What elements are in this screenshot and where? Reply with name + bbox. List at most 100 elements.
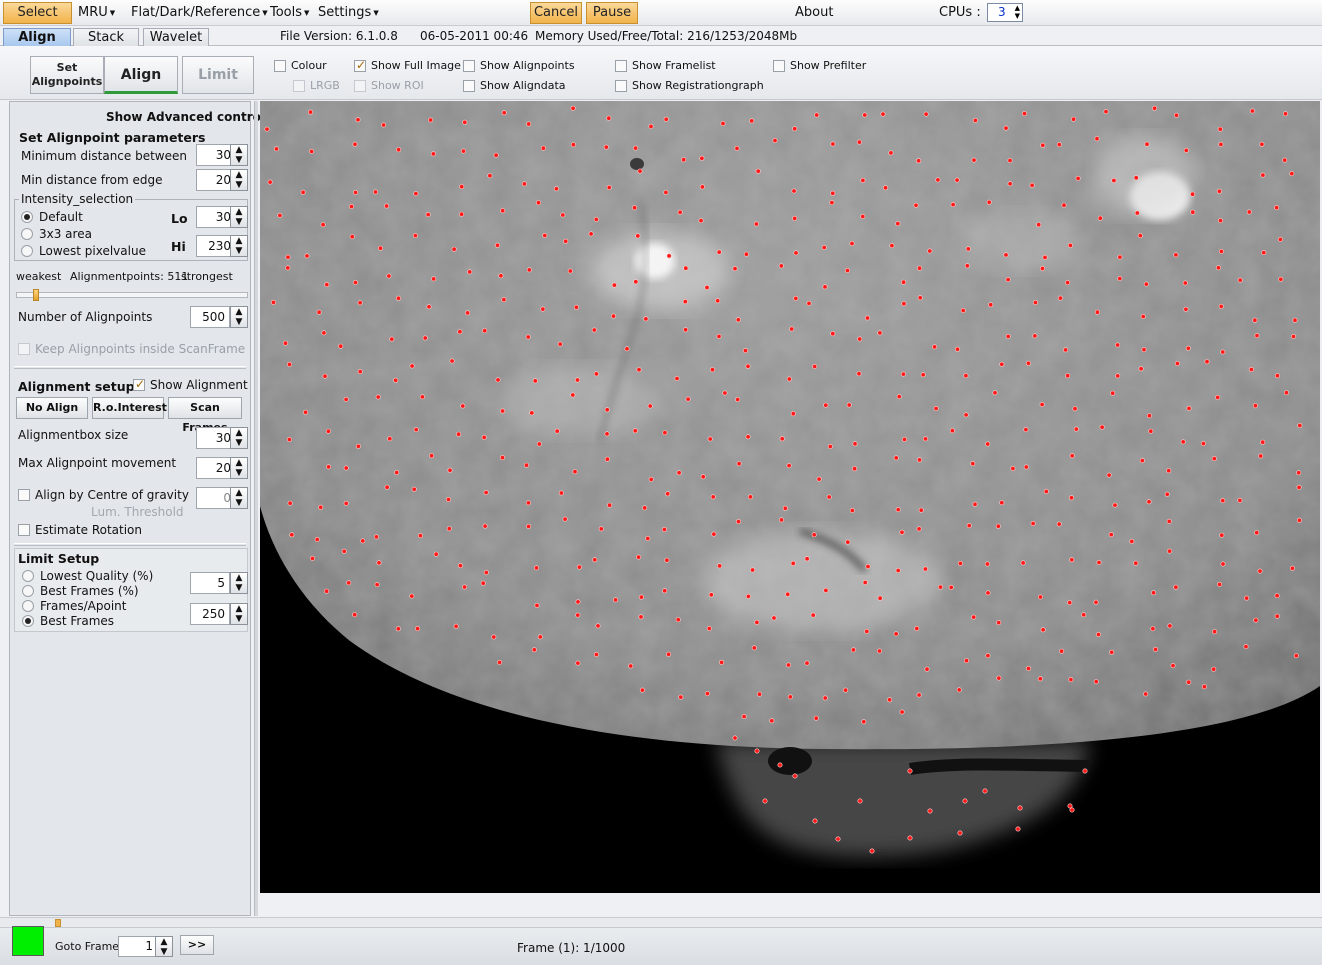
alignpoint-marker [607, 502, 613, 508]
select-button[interactable]: Select [3, 2, 72, 24]
align-button[interactable]: Align [104, 56, 178, 94]
alignpoint-marker [648, 476, 654, 482]
alignpoint-marker [937, 584, 943, 590]
number-of-alignpoints-spin-icon[interactable]: ▲ ▼ [230, 306, 248, 328]
alignpoint-marker [462, 584, 468, 590]
best-frames-spin-icon[interactable]: ▲ ▼ [230, 603, 248, 625]
alignpoint-marker [1201, 684, 1207, 690]
show-alignment-checkbox[interactable]: Show Alignment [133, 377, 248, 392]
show-full-image-checkbox[interactable]: Show Full Image [354, 58, 461, 72]
alignpoint-marker [647, 403, 653, 409]
set-alignpoints-button[interactable]: Set Alignpoints [30, 56, 104, 94]
limit-button[interactable]: Limit [182, 56, 254, 94]
no-align-button[interactable]: No Align [16, 397, 88, 419]
alignpoint-marker [755, 168, 761, 174]
alignpoint-marker [604, 431, 610, 437]
show-roi-checkbox[interactable]: Show ROI [354, 79, 424, 92]
menu-mru[interactable]: MRU ▼ [78, 5, 115, 20]
alignpoint-marker [715, 298, 721, 304]
colour-checkbox[interactable]: Colour [274, 59, 327, 72]
alignpoint-strength-slider[interactable] [16, 289, 248, 301]
alignpoint-marker [963, 412, 969, 418]
alignpoint-marker [753, 221, 759, 227]
number-of-alignpoints-field[interactable]: 500 [190, 306, 230, 328]
alignmentbox-size-spin-icon[interactable]: ▲ ▼ [230, 427, 248, 449]
best-frames-field[interactable]: 250 [190, 603, 230, 625]
alignpoint-marker [1023, 427, 1029, 433]
estimate-rotation-checkbox[interactable]: Estimate Rotation [18, 523, 142, 537]
alignpoint-marker [1112, 502, 1118, 508]
alignpoint-marker [1021, 111, 1027, 117]
cpus-label: CPUs : [939, 5, 981, 20]
alignpoint-marker [480, 580, 486, 586]
tab-stack[interactable]: Stack [73, 28, 139, 46]
min-distance-spin-icon[interactable]: ▲ ▼ [230, 144, 248, 166]
frame-scrollbar-thumb[interactable] [55, 919, 61, 927]
alignpoint-marker [1166, 518, 1172, 524]
alignpoint-marker [769, 718, 775, 724]
next-frame-button[interactable]: >> [180, 935, 214, 955]
radio-default[interactable]: Default [21, 210, 83, 224]
tab-align[interactable]: Align [3, 28, 71, 46]
lowest-quality-spin-icon[interactable]: ▲ ▼ [230, 572, 248, 594]
alignpoint-marker [415, 626, 421, 632]
show-alignpoints-checkbox[interactable]: Show Alignpoints [463, 59, 575, 72]
hi-spin-icon[interactable]: ▲ ▼ [230, 235, 248, 257]
spin-arrows-icon[interactable]: ▲ ▼ [1015, 4, 1020, 20]
centre-of-gravity-spin-icon[interactable]: ▲ ▼ [230, 487, 248, 509]
radio-lowest-quality[interactable]: Lowest Quality (%) [22, 569, 153, 583]
lo-spin-icon[interactable]: ▲ ▼ [230, 206, 248, 228]
panel-splitter[interactable] [254, 101, 258, 916]
show-advanced-controls[interactable]: Show Advanced controls [106, 110, 272, 124]
lowest-quality-field[interactable]: 5 [190, 572, 230, 594]
solar-image-view[interactable] [260, 101, 1320, 893]
min-edge-spin-icon[interactable]: ▲ ▼ [230, 169, 248, 191]
alignpoint-marker [1166, 468, 1172, 474]
radio-lowest-pixel[interactable]: Lowest pixelvalue [21, 244, 146, 258]
lrgb-checkbox[interactable]: LRGB [293, 79, 340, 92]
alignpoint-marker [343, 396, 349, 402]
show-prefilter-label: Show Prefilter [790, 59, 867, 72]
show-framelist-checkbox[interactable]: Show Framelist [615, 59, 716, 72]
alignpoint-marker [777, 762, 783, 768]
alignpoint-marker [1216, 188, 1222, 194]
radio-best-frames-pct[interactable]: Best Frames (%) [22, 584, 139, 598]
show-alignpoints-label: Show Alignpoints [480, 59, 575, 72]
goto-frame-spin-icon[interactable]: ▲ ▼ [155, 936, 173, 957]
alignpoint-marker [719, 659, 725, 665]
radio-best-frames[interactable]: Best Frames [22, 614, 114, 628]
menu-tools[interactable]: Tools ▼ [270, 5, 309, 20]
cpus-stepper[interactable]: 3 ▲ ▼ [987, 3, 1023, 22]
roi-button[interactable]: R.o.Interest [92, 397, 167, 419]
alignpoint-marker [491, 634, 497, 640]
alignpoint-marker [560, 212, 566, 218]
alignpoint-marker [735, 396, 741, 402]
show-aligndata-checkbox[interactable]: Show Aligndata [463, 79, 566, 92]
pause-button[interactable]: Pause [586, 2, 638, 24]
menu-about[interactable]: About [795, 5, 833, 20]
alignpoint-marker [357, 369, 363, 375]
goto-frame-field[interactable]: 1 [118, 936, 158, 957]
frame-scrollbar[interactable] [0, 917, 1322, 927]
alignpoint-marker [639, 687, 645, 693]
scan-frames-button[interactable]: Scan Frames [168, 397, 242, 434]
alignpoint-marker [430, 151, 436, 157]
alignpoint-marker [661, 526, 667, 532]
alignpoint-marker [553, 186, 559, 192]
alignpoint-marker [326, 464, 332, 470]
cancel-button[interactable]: Cancel [530, 2, 582, 24]
menu-settings[interactable]: Settings ▼ [318, 5, 379, 20]
menu-flat-dark-reference[interactable]: Flat/Dark/Reference ▼ [131, 5, 268, 20]
radio-frames-apoint[interactable]: Frames/Apoint [22, 599, 127, 613]
tab-wavelet[interactable]: Wavelet [143, 28, 209, 46]
radio-3x3-area[interactable]: 3x3 area [21, 227, 92, 241]
show-prefilter-checkbox[interactable]: Show Prefilter [773, 59, 866, 72]
slider-thumb[interactable] [32, 289, 39, 301]
alignpoint-marker [487, 173, 493, 179]
keep-inside-scanframe-checkbox[interactable]: Keep Alignpoints inside ScanFrame [18, 342, 245, 356]
show-registrationgraph-checkbox[interactable]: Show Registrationgraph [615, 79, 764, 92]
alignpoint-marker [321, 330, 327, 336]
alignpoint-marker [285, 265, 291, 271]
centre-of-gravity-checkbox[interactable]: Align by Centre of gravity [18, 488, 189, 502]
max-movement-spin-icon[interactable]: ▲ ▼ [230, 457, 248, 479]
